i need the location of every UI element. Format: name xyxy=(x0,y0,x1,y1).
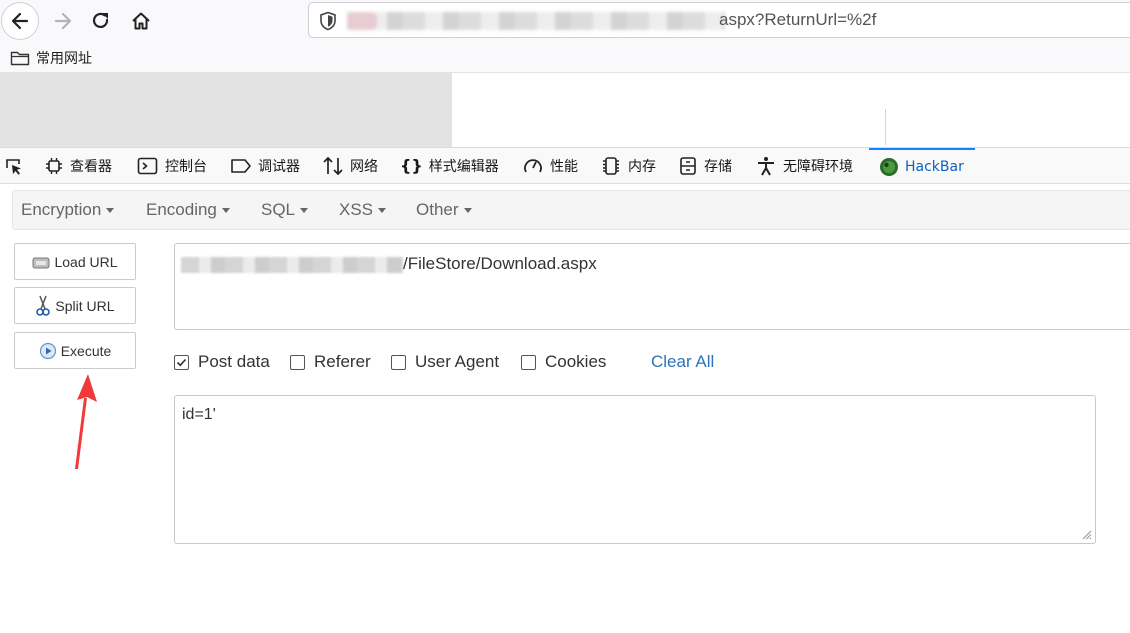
tab-memory[interactable]: 内存 xyxy=(600,148,656,183)
url-redacted-blur xyxy=(347,12,725,30)
shield-icon[interactable] xyxy=(319,11,337,31)
user-agent-checkbox[interactable]: User Agent xyxy=(391,352,499,372)
debugger-icon xyxy=(231,158,251,173)
post-data-text: id=1' xyxy=(182,406,216,423)
tab-label: 存储 xyxy=(704,158,732,175)
menu-xss[interactable]: XSS xyxy=(339,200,387,220)
menu-sql[interactable]: SQL xyxy=(261,200,309,220)
button-label: Load URL xyxy=(54,253,118,270)
tab-storage[interactable]: 存储 xyxy=(678,148,732,183)
caret-down-icon xyxy=(300,208,309,214)
arrow-right-icon xyxy=(54,12,72,30)
navigation-toolbar: aspx?ReturnUrl=%2f xyxy=(0,0,1130,42)
bookmarks-toolbar: 常用网址 xyxy=(0,42,1130,73)
tab-label: 性能 xyxy=(550,158,578,175)
tab-label: 控制台 xyxy=(165,158,207,175)
checkbox[interactable] xyxy=(391,354,406,370)
home-button[interactable] xyxy=(122,2,160,40)
style-editor-icon: {} xyxy=(400,156,423,175)
url-textarea[interactable]: /FileStore/Download.aspx xyxy=(174,243,1130,330)
menu-other[interactable]: Other xyxy=(416,200,472,220)
tab-label: 网络 xyxy=(350,158,378,175)
bookmark-item-folder[interactable]: 常用网址 xyxy=(10,48,92,68)
scissors-icon xyxy=(36,295,51,316)
menu-label: XSS xyxy=(339,200,374,219)
folder-icon xyxy=(10,51,30,66)
post-data-checkbox[interactable]: Post data xyxy=(174,352,270,372)
reload-button[interactable] xyxy=(82,2,120,40)
split-url-button[interactable]: Split URL xyxy=(14,287,136,324)
cookies-checkbox[interactable]: Cookies xyxy=(521,352,606,372)
address-bar[interactable]: aspx?ReturnUrl=%2f xyxy=(308,2,1130,38)
url-redacted-blur xyxy=(181,257,403,273)
tab-label: 样式编辑器 xyxy=(428,158,499,175)
tab-label: 无障碍环境 xyxy=(783,158,853,175)
button-label: Split URL xyxy=(55,297,115,314)
page-content xyxy=(0,73,1130,147)
options-row: Post data Referer User Agent Cookies Cle… xyxy=(174,352,774,374)
memory-icon xyxy=(603,156,619,175)
back-button[interactable] xyxy=(1,2,39,40)
performance-icon xyxy=(524,158,542,172)
menu-label: Encoding xyxy=(146,200,217,219)
checkmark-icon xyxy=(176,358,187,366)
caret-down-icon xyxy=(378,208,387,214)
red-arrow-annotation xyxy=(75,374,97,469)
bookmark-label: 常用网址 xyxy=(36,51,92,67)
caret-down-icon xyxy=(463,208,472,214)
arrow-left-icon xyxy=(11,12,29,30)
console-icon xyxy=(137,157,158,174)
tab-label: 调试器 xyxy=(258,158,300,175)
tab-label: 内存 xyxy=(628,158,656,175)
devtools-tabbar: 查看器 控制台 调试器 网络 {} 样式编辑器 性能 内存 存储 无障碍环境 H… xyxy=(0,147,1130,184)
play-icon xyxy=(39,342,56,359)
execute-button[interactable]: Execute xyxy=(14,332,136,369)
post-data-textarea[interactable]: id=1' xyxy=(174,395,1096,544)
load-url-button[interactable]: Load URL xyxy=(14,243,136,280)
reload-icon xyxy=(92,12,109,29)
tab-style-editor[interactable]: {} 样式编辑器 xyxy=(400,148,499,183)
hackbar-icon xyxy=(880,157,898,176)
menu-encoding[interactable]: Encoding xyxy=(146,200,230,220)
caret-down-icon xyxy=(106,208,115,214)
inspector-icon xyxy=(46,157,62,174)
tab-performance[interactable]: 性能 xyxy=(522,148,578,183)
menu-encryption[interactable]: Encryption xyxy=(21,200,115,220)
url-field-text: /FileStore/Download.aspx xyxy=(403,254,597,273)
tab-label: 查看器 xyxy=(70,158,112,175)
tab-inspector[interactable]: 查看器 xyxy=(44,148,112,183)
menu-label: Other xyxy=(416,200,459,219)
load-url-icon xyxy=(32,257,50,268)
option-label: Referer xyxy=(314,352,371,371)
button-label: Execute xyxy=(60,342,112,359)
option-label: User Agent xyxy=(415,352,500,371)
home-icon xyxy=(132,12,150,30)
menu-label: Encryption xyxy=(21,200,102,219)
accessibility-icon xyxy=(758,156,774,175)
checkbox[interactable] xyxy=(174,354,189,370)
tab-hackbar[interactable]: HackBar xyxy=(869,148,975,183)
checkbox[interactable] xyxy=(290,354,305,370)
forward-button[interactable] xyxy=(44,2,82,40)
network-icon xyxy=(323,156,343,175)
storage-icon xyxy=(680,156,696,175)
url-text: aspx?ReturnUrl=%2f xyxy=(719,10,877,29)
tab-debugger[interactable]: 调试器 xyxy=(230,148,300,183)
checkbox[interactable] xyxy=(521,354,536,370)
caret-down-icon xyxy=(221,208,230,214)
element-picker-icon[interactable] xyxy=(4,157,24,177)
page-gray-block xyxy=(0,73,452,147)
tab-label: HackBar xyxy=(905,158,964,175)
option-label: Cookies xyxy=(545,352,607,371)
tab-network[interactable]: 网络 xyxy=(322,148,378,183)
tab-accessibility[interactable]: 无障碍环境 xyxy=(755,148,853,183)
tab-console[interactable]: 控制台 xyxy=(137,148,207,183)
page-divider xyxy=(885,109,886,145)
option-label: Post data xyxy=(198,352,270,371)
resize-grip-icon[interactable] xyxy=(1082,530,1092,540)
referer-checkbox[interactable]: Referer xyxy=(290,352,371,372)
hackbar-menubar: Encryption Encoding SQL XSS Other xyxy=(12,190,1130,230)
clear-all-link[interactable]: Clear All xyxy=(651,352,714,372)
menu-label: SQL xyxy=(261,200,296,219)
